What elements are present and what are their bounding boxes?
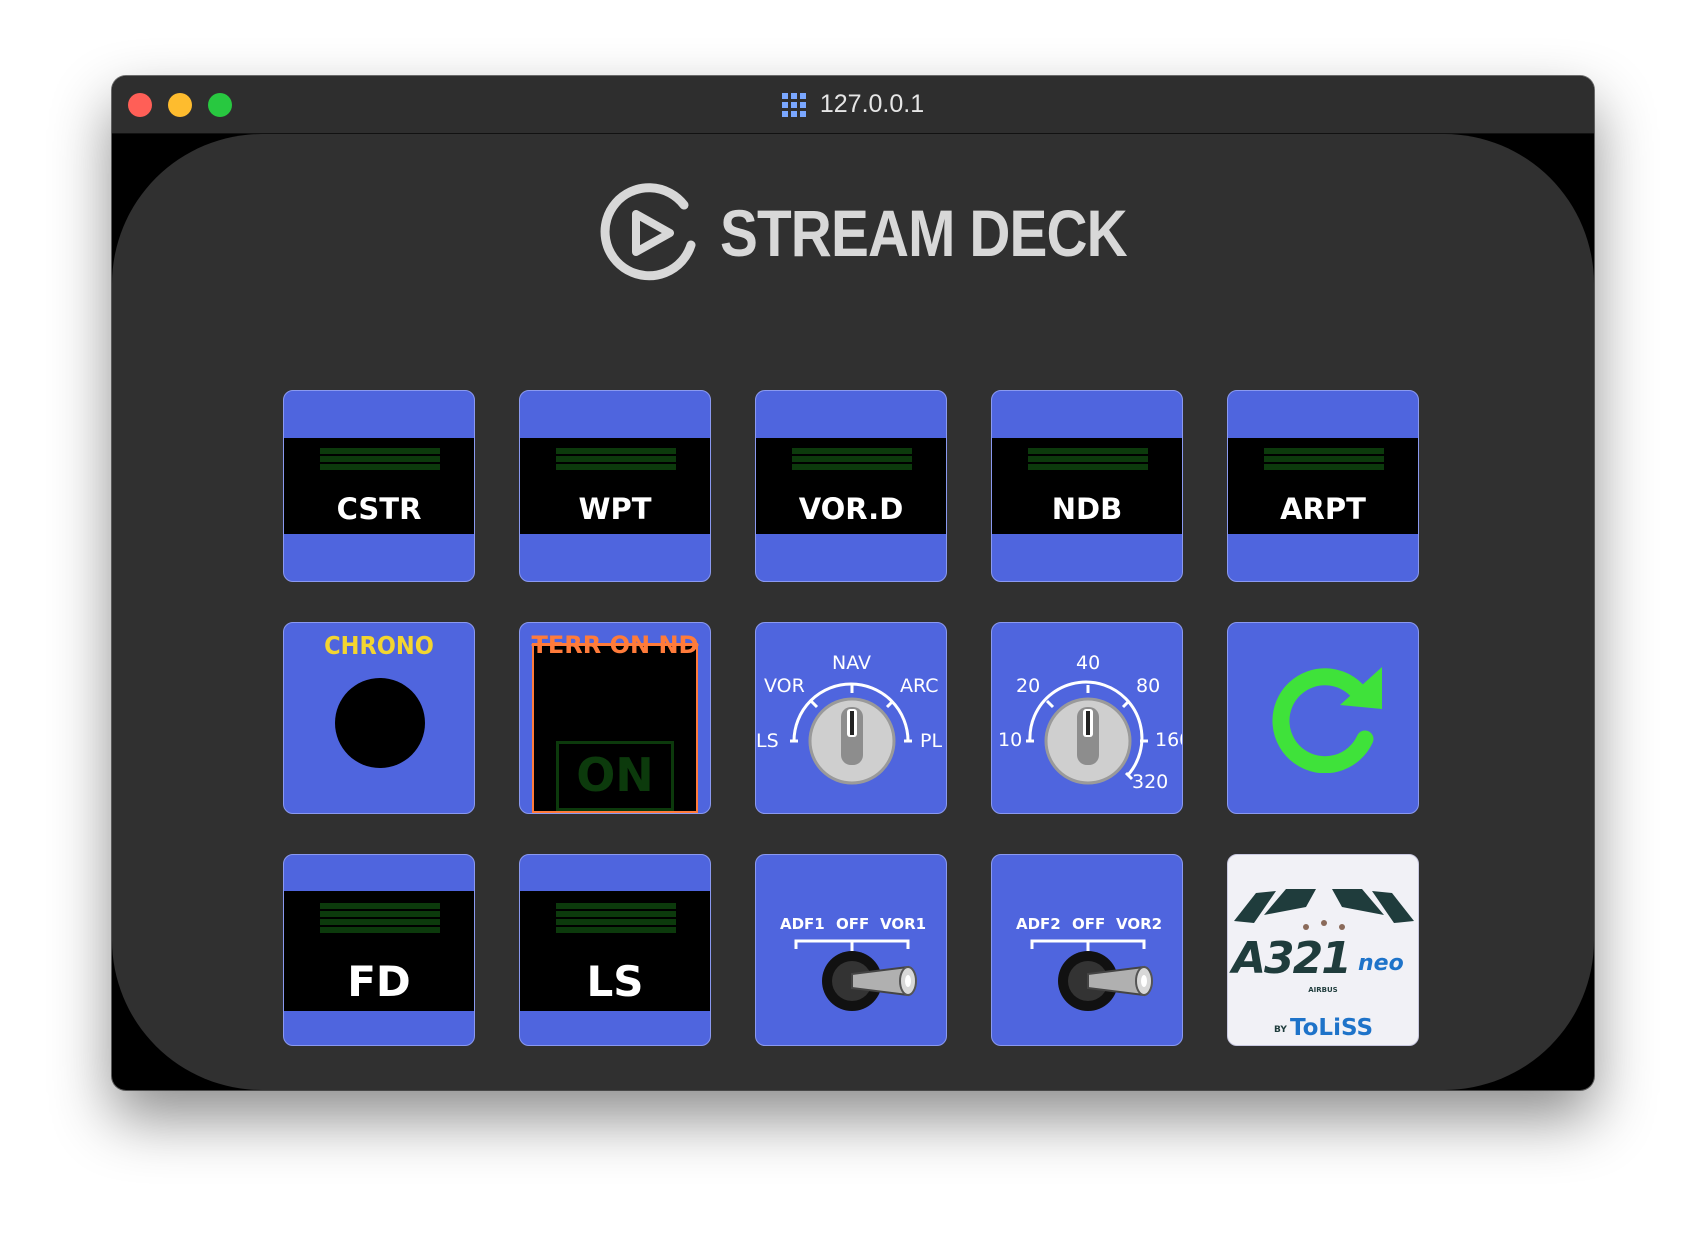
annunciator-bars <box>1028 448 1148 472</box>
annunciator-panel: WPT <box>520 438 710 534</box>
annunciator-panel: CSTR <box>284 438 474 534</box>
app-window: 127.0.0.1 STREAM DECK CSTR WPT VOR.D NDB… <box>112 76 1594 1090</box>
terr-on-indicator: ON <box>556 741 674 811</box>
key-cstr[interactable]: CSTR <box>283 390 475 582</box>
key-nd-range-selector[interactable]: 10 20 40 80 160 320 <box>991 622 1183 814</box>
elgato-logo-icon <box>600 183 696 281</box>
key-vor-d[interactable]: VOR.D <box>755 390 947 582</box>
annunciator-panel: ARPT <box>1228 438 1418 534</box>
stream-deck-panel: STREAM DECK CSTR WPT VOR.D NDB ARPT CHRO… <box>112 134 1594 1090</box>
terr-annunciator: ON <box>532 643 698 813</box>
window-title-group: 127.0.0.1 <box>112 76 1594 133</box>
key-adf2-vor2-switch[interactable]: ADF2 OFF VOR2 <box>991 854 1183 1046</box>
annunciator-panel: VOR.D <box>756 438 946 534</box>
mode-nav-label: NAV <box>832 652 871 674</box>
chrono-label: CHRONO <box>324 631 434 660</box>
key-arpt[interactable]: ARPT <box>1227 390 1419 582</box>
toggle-switch-icon <box>1030 939 1153 1011</box>
mode-arc-label: ARC <box>900 675 939 697</box>
key-chrono[interactable]: CHRONO <box>283 622 475 814</box>
range-320-label: 320 <box>1132 771 1169 793</box>
key-label: NDB <box>1051 492 1123 526</box>
annunciator-bars <box>320 448 440 472</box>
by-label: BY <box>1274 1025 1287 1035</box>
grid-icon <box>781 92 806 117</box>
aircraft-model: A321 <box>1232 933 1352 984</box>
key-refresh[interactable] <box>1227 622 1419 814</box>
logo-text: STREAM DECK <box>720 196 1128 270</box>
key-label: LS <box>586 957 644 1006</box>
range-80-label: 80 <box>1136 675 1161 697</box>
chrono-indicator-icon <box>335 678 425 768</box>
key-label: CSTR <box>336 492 422 526</box>
key-label: WPT <box>578 492 652 526</box>
key-nd-mode-selector[interactable]: LS VOR NAV ARC PL <box>755 622 947 814</box>
annunciator-bars <box>320 903 440 935</box>
range-20-label: 20 <box>1016 675 1041 697</box>
refresh-icon <box>1272 667 1382 773</box>
key-adf1-vor1-switch[interactable]: ADF1 OFF VOR1 <box>755 854 947 1046</box>
title-bar[interactable]: 127.0.0.1 <box>112 76 1594 134</box>
terr-label: TERR ON ND <box>531 631 699 659</box>
stream-deck-logo: STREAM DECK <box>598 180 1193 286</box>
annunciator-panel: NDB <box>992 438 1182 534</box>
annunciator-bars <box>556 903 676 935</box>
mode-ls-label: LS <box>756 730 779 752</box>
annunciator-bars <box>556 448 676 472</box>
annunciator-panel: FD <box>284 891 474 1011</box>
key-label: VOR.D <box>798 492 904 526</box>
mode-pln-label: PL <box>920 730 943 752</box>
key-label: ARPT <box>1280 492 1366 526</box>
key-label: FD <box>347 957 411 1006</box>
mode-vor-label: VOR <box>764 675 805 697</box>
aircraft-maker: AIRBUS <box>1308 986 1338 994</box>
annunciator-panel: LS <box>520 891 710 1011</box>
toliss-brand: ToLiSS <box>1290 1015 1374 1041</box>
key-ndb[interactable]: NDB <box>991 390 1183 582</box>
key-terr-on-nd[interactable]: TERR ON ND ON <box>519 622 711 814</box>
toggle-switch-icon <box>794 939 917 1011</box>
key-wpt[interactable]: WPT <box>519 390 711 582</box>
window-title: 127.0.0.1 <box>819 90 925 118</box>
range-160-label: 160 <box>1155 729 1182 751</box>
aircraft-variant: neo <box>1358 951 1404 976</box>
annunciator-bars <box>792 448 912 472</box>
annunciator-bars <box>1264 448 1384 472</box>
key-ls[interactable]: LS <box>519 854 711 1046</box>
key-a321neo-logo[interactable]: A321 neo AIRBUS BY ToLiSS <box>1227 854 1419 1046</box>
key-fd[interactable]: FD <box>283 854 475 1046</box>
range-10-label: 10 <box>998 729 1023 751</box>
range-40-label: 40 <box>1076 652 1101 674</box>
